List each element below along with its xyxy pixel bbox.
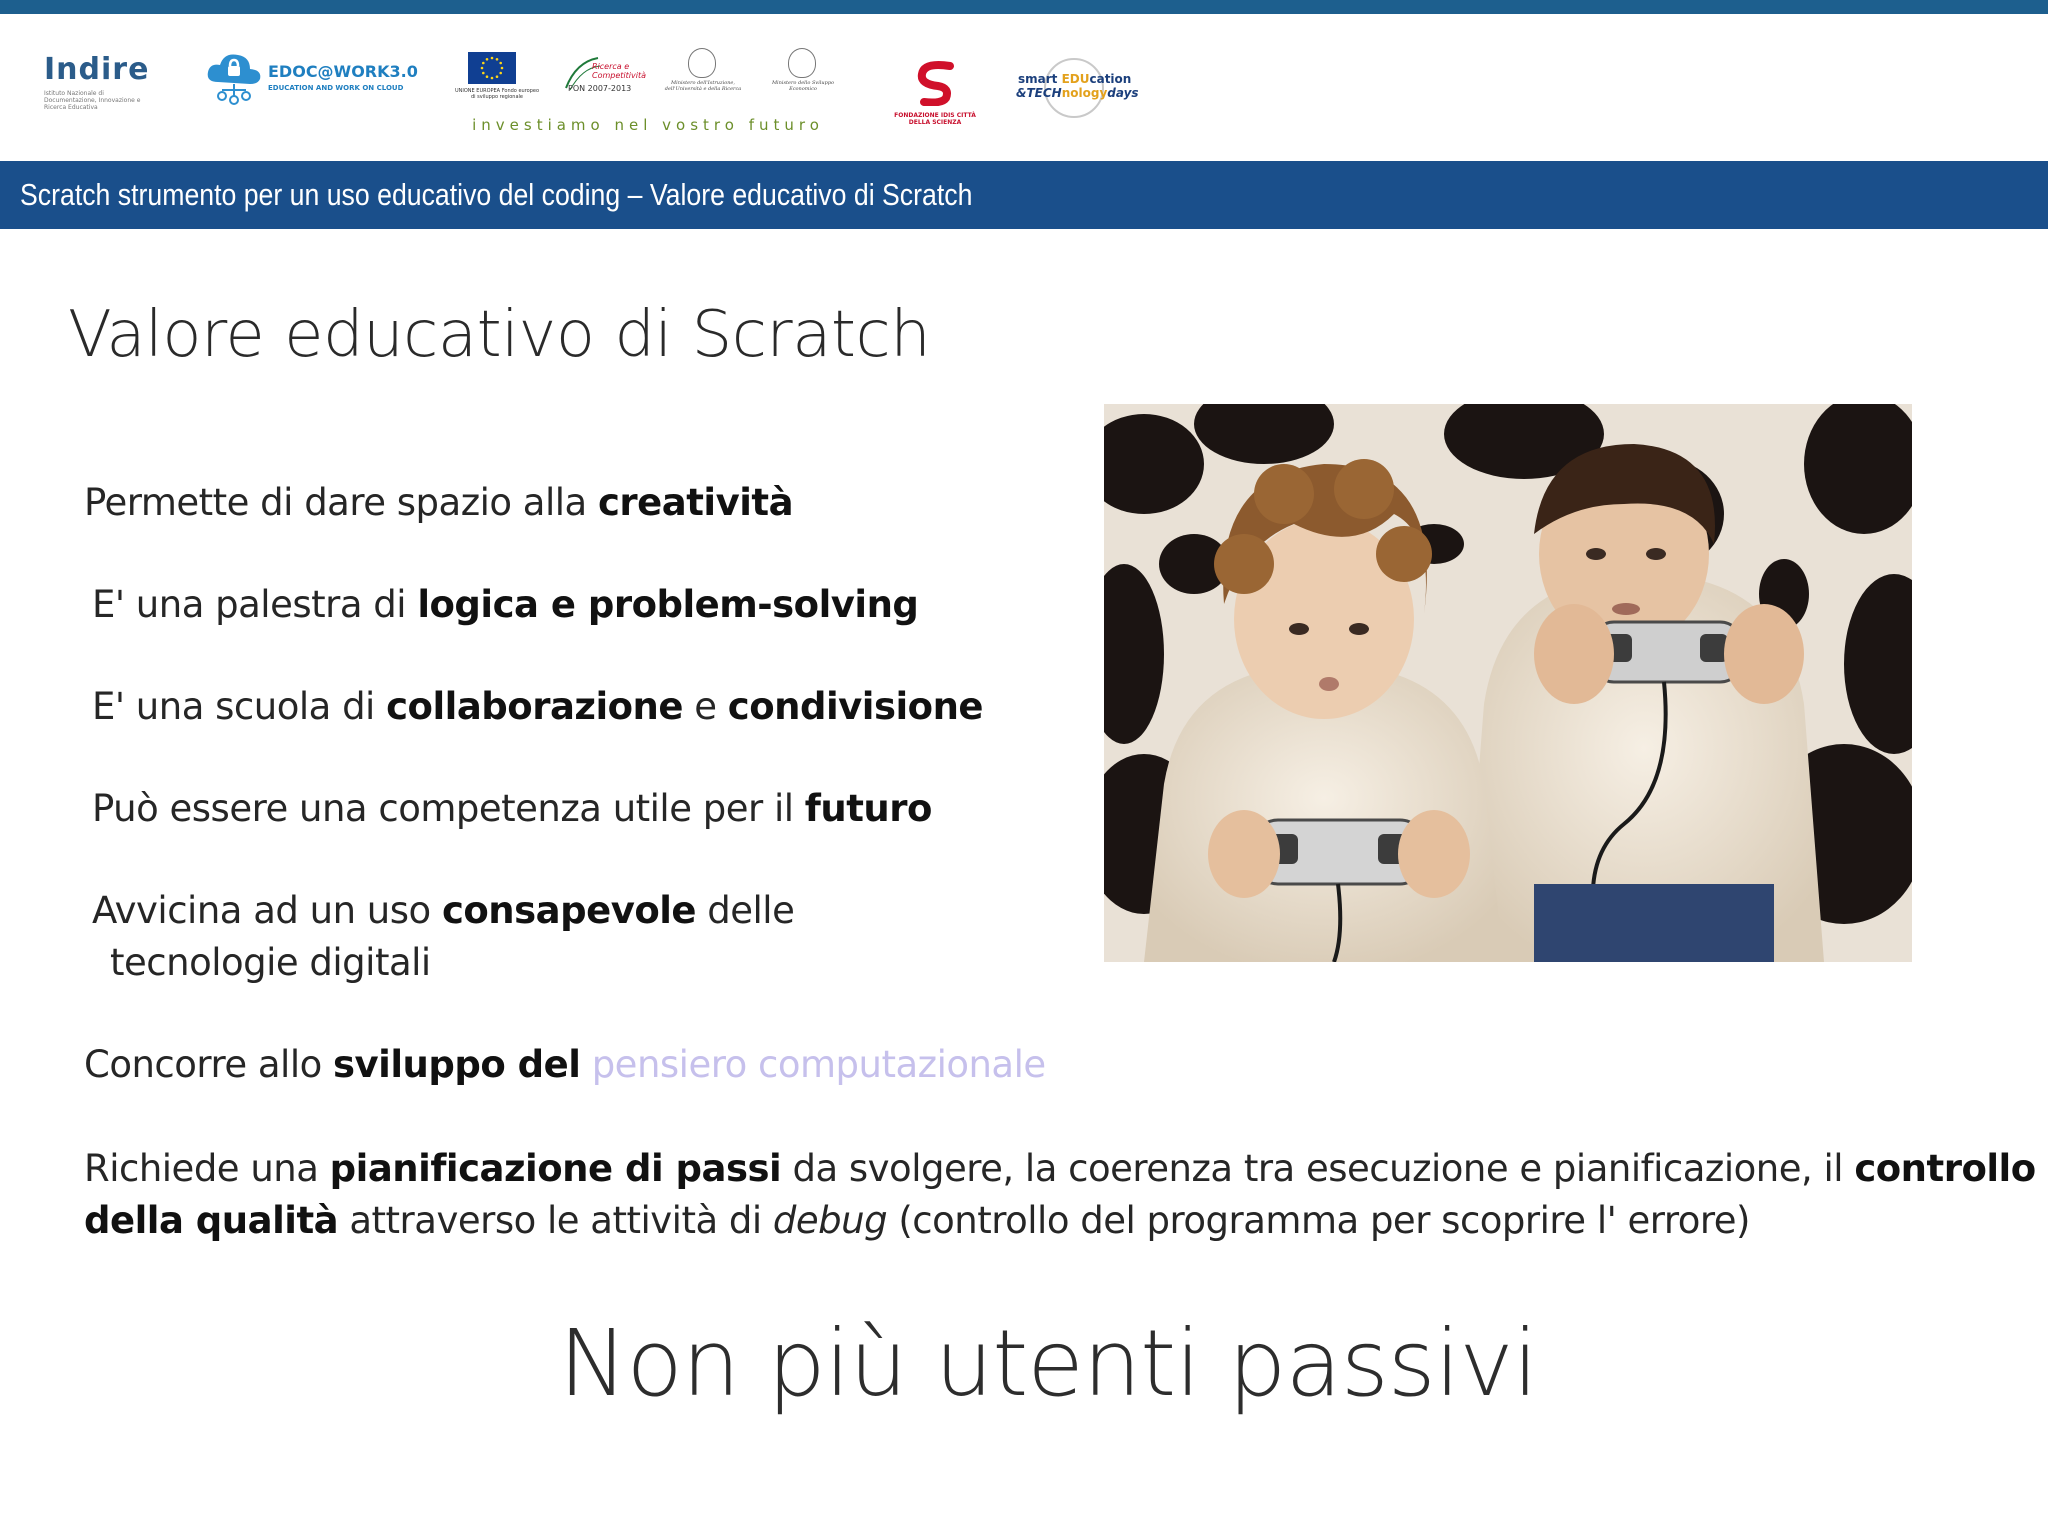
- eu-flag-icon: [468, 52, 516, 84]
- indire-word: Indire: [44, 52, 150, 87]
- point-consapevole-line2: tecnologie digitali: [110, 941, 431, 984]
- pon-label: PON: [568, 84, 586, 93]
- point-creativita: Permette di dare spazio alla creatività: [84, 481, 794, 524]
- edoc-logo: EDOC@WORK3.0 EDUCATION AND WORK ON CLOUD: [204, 48, 424, 118]
- slide-title: Valore educativo di Scratch: [68, 298, 931, 372]
- edoc-title: EDOC@WORK3.0: [268, 62, 418, 81]
- pon-logo-group: UNIONE EUROPEA Fondo europeo di sviluppo…: [448, 34, 848, 134]
- pon-years: 2007-2013: [587, 84, 632, 93]
- smart-education-logo: smart EDUcation &TECHnologydays: [1010, 58, 1140, 118]
- pon-ricerca: Ricerca e Competitività: [592, 62, 646, 80]
- pon-tagline: investiamo nel vostro futuro: [472, 116, 824, 134]
- header-title: Scratch strumento per un uso educativo d…: [20, 177, 973, 212]
- ministry-sviluppo-logo: Ministero dello Sviluppo Economico: [758, 34, 848, 94]
- indire-logo: Indire Istituto Nazionale di Documentazi…: [44, 52, 154, 112]
- header-band: Scratch strumento per un uso educativo d…: [0, 161, 2048, 229]
- cds-text: FONDAZIONE IDIS CITTÀ DELLA SCIENZA: [894, 112, 976, 126]
- closing-statement: Non più utenti passivi: [558, 1310, 1539, 1417]
- ministry-sviluppo-text: Ministero dello Sviluppo Economico: [771, 80, 835, 92]
- point-pensiero: Concorre allo sviluppo del pensiero comp…: [84, 1043, 1046, 1086]
- top-stripe: [0, 0, 2048, 14]
- point-collaborazione: E' una scuola di collaborazione e condiv…: [92, 685, 984, 728]
- point-pianificazione: Richiede una pianificazione di passi da …: [84, 1147, 2036, 1190]
- indire-subtitle: Istituto Nazionale di Documentazione, In…: [44, 90, 141, 111]
- cds-s-icon: [917, 61, 954, 106]
- point-logica: E' una palestra di logica e problem-solv…: [92, 583, 919, 626]
- republic-emblem-icon: [688, 48, 716, 78]
- children-gaming-photo: [1104, 404, 1912, 962]
- point-consapevole: Avvicina ad un uso consapevole delle: [92, 889, 795, 932]
- edoc-subtitle: EDUCATION AND WORK ON CLOUD: [268, 84, 404, 92]
- cloud-icon: [207, 54, 261, 105]
- point-pianificazione-line2: della qualità attraverso le attività di …: [84, 1199, 1750, 1242]
- logos-bar: Indire Istituto Nazionale di Documentazi…: [0, 14, 2048, 161]
- ministry-istruzione-logo: Ministero dell'Istruzione, dell'Universi…: [658, 34, 748, 94]
- ministry-istruzione-text: Ministero dell'Istruzione, dell'Universi…: [664, 80, 742, 92]
- citta-della-scienza-logo: FONDAZIONE IDIS CITTÀ DELLA SCIENZA: [890, 60, 980, 130]
- republic-emblem-icon: [788, 48, 816, 78]
- eu-caption: UNIONE EUROPEA Fondo europeo di sviluppo…: [454, 88, 540, 100]
- point-futuro: Può essere una competenza utile per il f…: [92, 787, 932, 830]
- pon-logo: Ricerca e Competitività PON 2007-2013: [558, 54, 648, 104]
